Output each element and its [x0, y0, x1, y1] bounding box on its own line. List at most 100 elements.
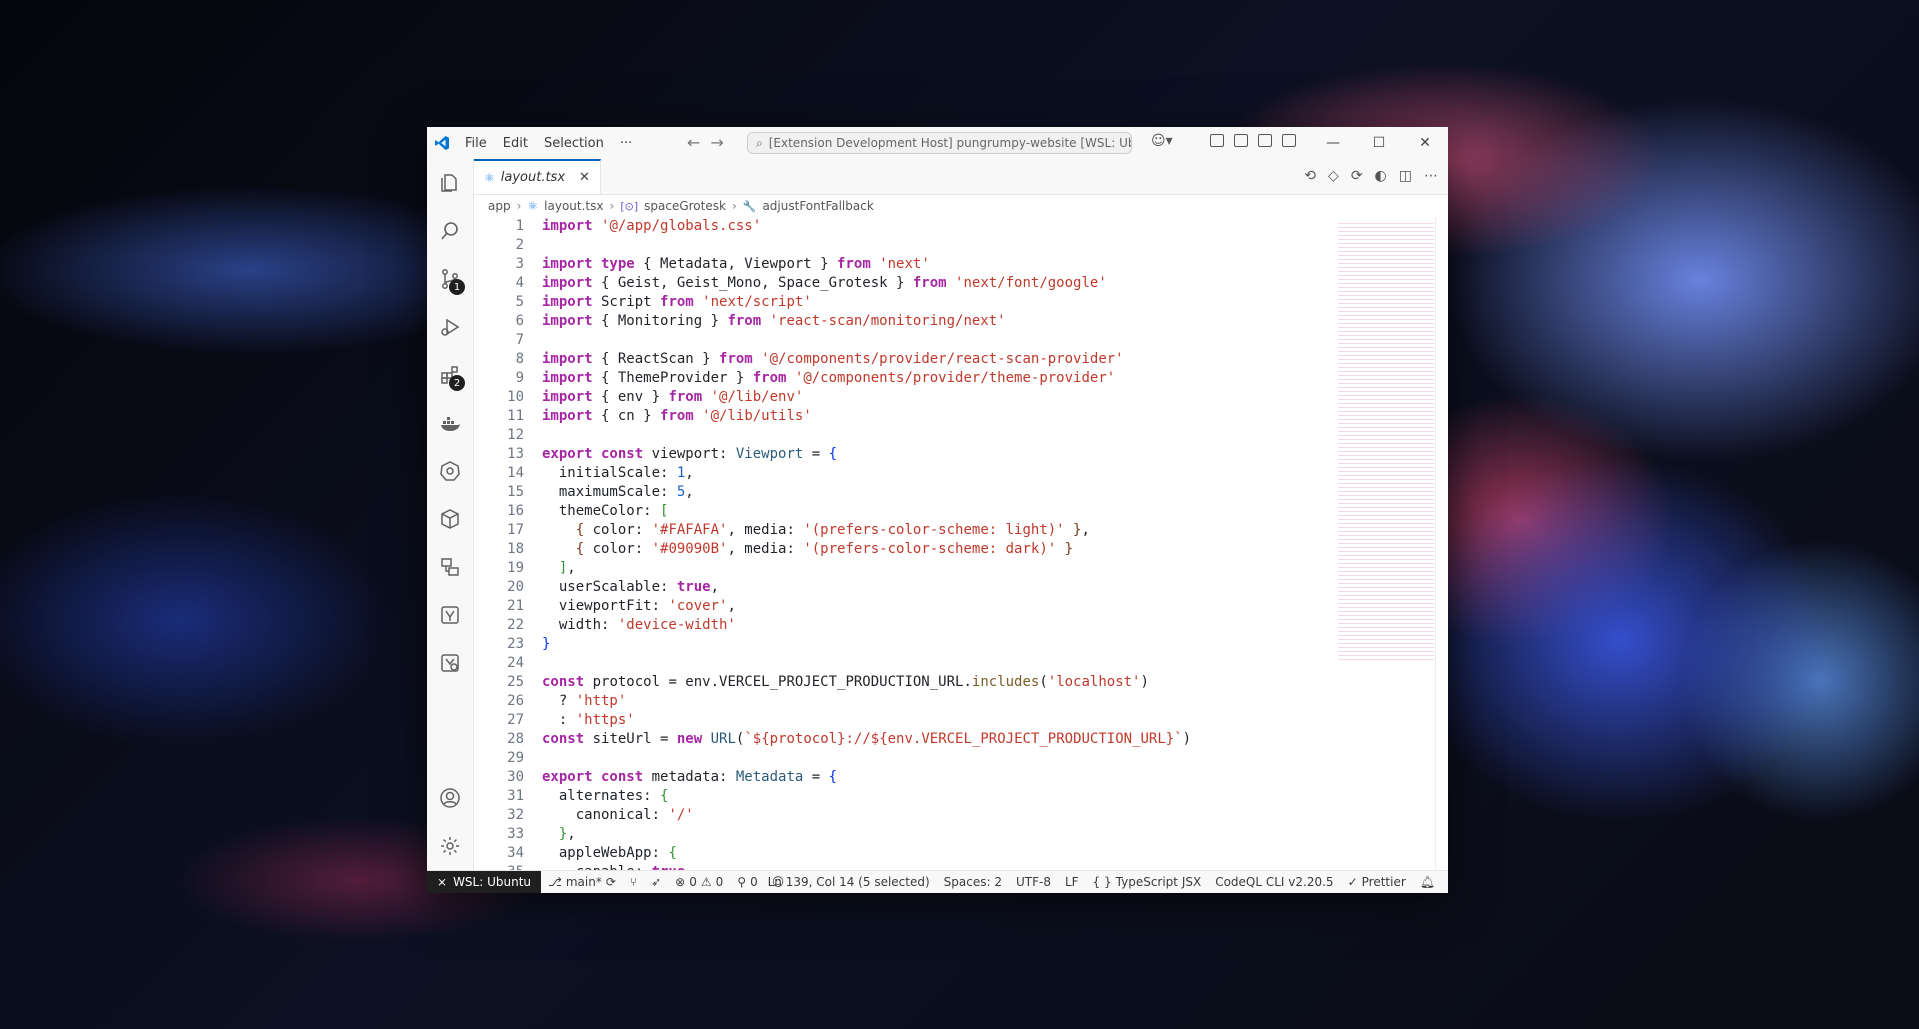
source-control-icon[interactable]: 1 [427, 255, 473, 303]
forward-arrow-icon[interactable]: → [710, 133, 723, 152]
minimize-icon[interactable]: — [1310, 127, 1356, 159]
language-mode[interactable]: { } TypeScript JSX [1086, 875, 1209, 889]
cursor-position[interactable]: Ln 139, Col 14 (5 selected) [761, 875, 937, 889]
code-line[interactable]: 14 initialScale: 1, [474, 464, 1328, 483]
close-tab-icon[interactable]: ✕ [579, 170, 590, 185]
gitlens-icon[interactable] [427, 639, 473, 687]
code-line[interactable]: 32 canonical: '/' [474, 806, 1328, 825]
search-icon[interactable] [427, 207, 473, 255]
command-center[interactable]: ⌕ [Extension Development Host] pungrumpy… [747, 132, 1132, 154]
prettier-status[interactable]: ✓ Prettier [1341, 875, 1413, 889]
remote-indicator[interactable]: ⨯ WSL: Ubuntu [427, 871, 542, 893]
code-line[interactable]: 15 maximumScale: 5, [474, 483, 1328, 502]
branch-item[interactable]: ⎇ main* ⟳ [541, 875, 623, 889]
code-line[interactable]: 8 import { ReactScan } from '@/components… [474, 350, 1328, 369]
code-line[interactable]: 12 [474, 426, 1328, 445]
settings-gear-icon[interactable] [427, 822, 473, 870]
docker-icon[interactable] [427, 399, 473, 447]
breadcrumb-symbol[interactable]: spaceGrotesk [644, 199, 726, 213]
timeline-icon[interactable]: ◐ [1375, 168, 1387, 184]
codeql-status[interactable]: CodeQL CLI v2.20.5 [1208, 875, 1340, 889]
minimap[interactable] [1338, 221, 1434, 661]
code-line[interactable]: 31 alternates: { [474, 787, 1328, 806]
code-line[interactable]: 20 userScalable: true, [474, 578, 1328, 597]
indentation[interactable]: Spaces: 2 [937, 875, 1009, 889]
code-line[interactable]: 26 ? 'http' [474, 692, 1328, 711]
code-line[interactable]: 23} [474, 635, 1328, 654]
code-line[interactable]: 5 import Script from 'next/script' [474, 293, 1328, 312]
code-line[interactable]: 35 capable: true [474, 863, 1328, 870]
code-line[interactable]: 27 : 'https' [474, 711, 1328, 730]
line-source: export const metadata: Metadata = { [542, 768, 837, 787]
rocket-status[interactable]: ➶ [644, 875, 668, 889]
diff-icon[interactable]: ◇ [1328, 168, 1339, 184]
menu-edit[interactable]: Edit [495, 136, 536, 151]
toggle-panel-icon[interactable] [1258, 134, 1272, 147]
ports-icon: ⚲ [737, 875, 747, 889]
breadcrumb-property[interactable]: adjustFontFallback [762, 199, 873, 213]
code-line[interactable]: 21 viewportFit: 'cover', [474, 597, 1328, 616]
copilot-icon[interactable]: ☺▾ [1151, 133, 1173, 149]
end-of-line[interactable]: LF [1058, 875, 1086, 889]
remote-explorer-icon[interactable] [427, 543, 473, 591]
code-line[interactable]: 19 ], [474, 559, 1328, 578]
back-arrow-icon[interactable]: ← [687, 133, 700, 152]
code-line[interactable]: 18 { color: '#09090B', media: '(prefers-… [474, 540, 1328, 559]
toggle-secondary-sidebar-icon[interactable] [1282, 134, 1296, 147]
run-debug-icon[interactable] [427, 303, 473, 351]
code-line[interactable]: 28 const siteUrl = new URL(`${protocol}:/… [474, 730, 1328, 749]
menu-selection[interactable]: Selection [536, 136, 612, 151]
customize-layout-icon[interactable] [1210, 134, 1224, 147]
code-line[interactable]: 13 export const viewport: Viewport = { [474, 445, 1328, 464]
toggle-sidebar-icon[interactable] [1234, 134, 1248, 147]
close-window-icon[interactable]: ✕ [1402, 127, 1448, 159]
code-lines[interactable]: 1 import '@/app/globals.css' 2 3 import type… [474, 217, 1328, 870]
code-token: themeColor: [542, 503, 661, 519]
more-actions-icon[interactable]: ⋯ [1424, 168, 1438, 184]
search-icon: ⌕ [756, 135, 763, 150]
accounts-icon[interactable] [427, 774, 473, 822]
git-graph-icon[interactable] [427, 591, 473, 639]
code-line[interactable]: 29 [474, 749, 1328, 768]
code-line[interactable]: 3 import type { Metadata, Viewport } from… [474, 255, 1328, 274]
code-line[interactable]: 2 [474, 236, 1328, 255]
code-line[interactable]: 33 }, [474, 825, 1328, 844]
code-line[interactable]: 22 width: 'device-width' [474, 616, 1328, 635]
package-icon[interactable] [427, 495, 473, 543]
ports-item[interactable]: ⚲ 0 [730, 875, 764, 889]
code-line[interactable]: 25 const protocol = env.VERCEL_PROJECT_PR… [474, 673, 1328, 692]
go-back-icon[interactable]: ⟲ [1304, 168, 1316, 184]
tab-layout-tsx[interactable]: ⚛ layout.tsx ✕ [474, 159, 601, 194]
code-line[interactable]: 24 [474, 654, 1328, 673]
code-line[interactable]: 30 export const metadata: Metadata = { [474, 768, 1328, 787]
code-line[interactable]: 4 import { Geist, Geist_Mono, Space_Grote… [474, 274, 1328, 293]
split-editor-icon[interactable]: ◫ [1399, 168, 1412, 184]
kubernetes-icon[interactable] [427, 447, 473, 495]
code-editor[interactable]: 1 import '@/app/globals.css' 2 3 import type… [474, 217, 1448, 870]
code-line[interactable]: 1 import '@/app/globals.css' [474, 217, 1328, 236]
code-line[interactable]: 10 import { env } from '@/lib/env' [474, 388, 1328, 407]
breadcrumb-app[interactable]: app [488, 199, 511, 213]
code-token: 'cover' [668, 598, 728, 614]
menu-more[interactable]: ··· [612, 136, 640, 151]
vscode-logo-icon [427, 127, 457, 159]
code-line[interactable]: 6 import { Monitoring } from 'react-scan/… [474, 312, 1328, 331]
notifications-bell-icon[interactable]: 🔔︎ [1413, 875, 1442, 889]
code-line[interactable]: 9 import { ThemeProvider } from '@/compon… [474, 369, 1328, 388]
encoding[interactable]: UTF-8 [1009, 875, 1058, 889]
code-line[interactable]: 11 import { cn } from '@/lib/utils' [474, 407, 1328, 426]
sync-icon[interactable]: ⟳ [606, 875, 616, 889]
git-graph-status[interactable]: ⑂ [623, 875, 644, 889]
problems-item[interactable]: ⊗ 0 ⚠ 0 [668, 875, 730, 889]
explorer-icon[interactable] [427, 159, 473, 207]
code-line[interactable]: 16 themeColor: [ [474, 502, 1328, 521]
vertical-scrollbar[interactable] [1435, 217, 1448, 870]
menu-file[interactable]: File [457, 136, 495, 151]
code-line[interactable]: 17 { color: '#FAFAFA', media: '(prefers-… [474, 521, 1328, 540]
code-line[interactable]: 34 appleWebApp: { [474, 844, 1328, 863]
code-line[interactable]: 7 [474, 331, 1328, 350]
breadcrumb-file[interactable]: layout.tsx [544, 199, 603, 213]
maximize-icon[interactable]: ☐ [1356, 127, 1402, 159]
extensions-icon[interactable]: 2 [427, 351, 473, 399]
go-forward-icon[interactable]: ⟳ [1351, 168, 1363, 184]
